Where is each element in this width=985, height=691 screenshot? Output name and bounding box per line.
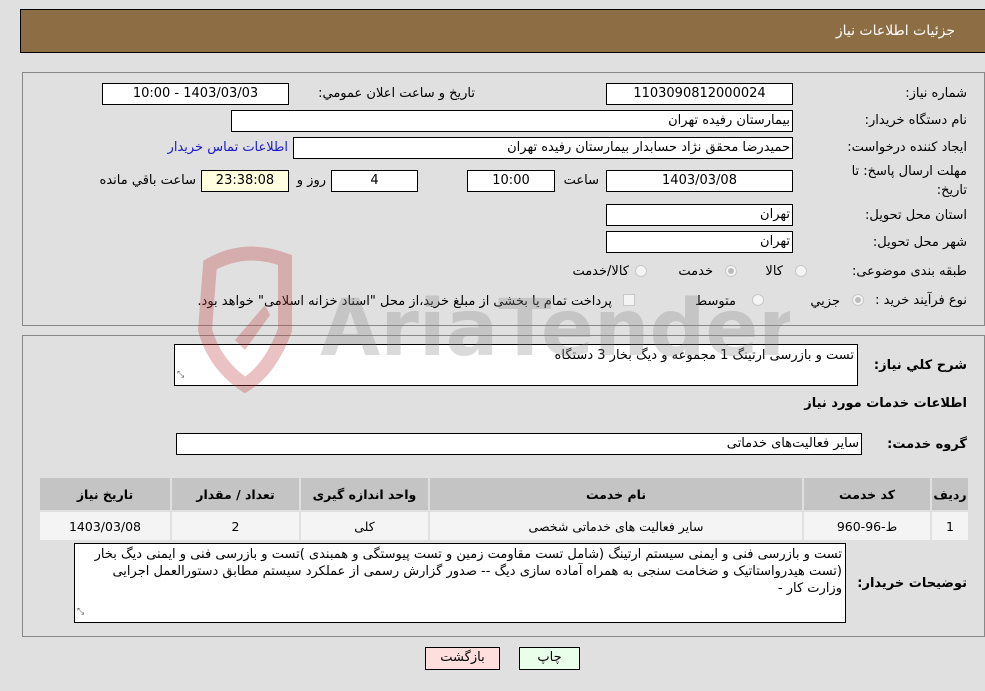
remaining-time-field: 23:38:08 (201, 170, 289, 192)
summary-textarea[interactable]: تست و بازرسی ارتینگ 1 مجموعه و دیگ بخار … (174, 344, 858, 386)
cell-quantity: 2 (170, 510, 301, 542)
category-radio-goods[interactable] (795, 265, 807, 277)
col-service-name: نام خدمت (428, 476, 804, 512)
announce-datetime-field: 1403/03/03 - 10:00 (102, 83, 289, 105)
service-group-label: گروه خدمت: (887, 437, 967, 452)
category-radio-goods-service[interactable] (635, 265, 647, 277)
summary-label: شرح كلي نياز: (873, 358, 967, 373)
remaining-time-label: ساعت باقي مانده (99, 173, 196, 188)
process-option-medium: متوسط (695, 294, 736, 309)
col-quantity: تعداد / مقدار (170, 476, 301, 512)
cell-service-name: سایر فعالیت های خدماتی شخصی (428, 510, 804, 542)
col-service-code: کد خدمت (802, 476, 932, 512)
remaining-days-field: 4 (331, 170, 418, 192)
category-label: طبقه بندی موضوعی: (851, 264, 967, 279)
requester-label: ایجاد کننده درخواست: (847, 140, 967, 155)
city-label: شهر محل تحویل: (872, 235, 967, 250)
table-header-row: ردیف کد خدمت نام خدمت واحد اندازه گیری ت… (38, 476, 970, 512)
process-radio-medium[interactable] (752, 294, 764, 306)
services-table: ردیف کد خدمت نام خدمت واحد اندازه گیری ت… (38, 476, 970, 542)
deadline-time-label: ساعت (563, 173, 599, 188)
treasury-checkbox[interactable] (623, 294, 635, 306)
category-option-service: خدمت (678, 264, 713, 279)
services-heading: اطلاعات خدمات مورد نیاز (804, 396, 967, 411)
process-radio-minor[interactable] (852, 294, 864, 306)
category-radio-service[interactable] (725, 265, 737, 277)
table-row: 1 ط-96-960 سایر فعالیت های خدماتی شخصی ک… (38, 510, 970, 542)
buyer-contact-link[interactable]: اطلاعات تماس خریدار (168, 140, 288, 155)
process-type-label: نوع فرآیند خرید : (875, 293, 967, 308)
deadline-label-date: تاریخ: (936, 183, 967, 198)
city-field: تهران (606, 231, 793, 253)
print-button[interactable]: چاپ (519, 647, 580, 670)
announce-datetime-label: تاریخ و ساعت اعلان عمومي: (318, 86, 475, 101)
buyer-notes-label: توضیحات خریدار: (857, 576, 967, 591)
buyer-org-field: بیمارستان رفیده تهران (231, 110, 793, 132)
buyer-notes-text: تست و بازرسی فنی و ایمنی سیستم ارتینگ (ش… (94, 547, 842, 596)
requester-field: حمیدرضا محقق نژاد حسابدار بیمارستان رفید… (293, 137, 793, 159)
deadline-label: مهلت ارسال پاسخ: تا (851, 164, 967, 179)
cell-row-number: 1 (930, 510, 970, 542)
need-number-field: 1103090812000024 (606, 83, 793, 105)
deadline-time-field: 10:00 (467, 170, 555, 192)
province-field: تهران (606, 204, 793, 226)
cell-unit: کلی (299, 510, 430, 542)
page-header: جزئیات اطلاعات نیاز (20, 9, 985, 53)
need-number-label: شماره نیاز: (905, 86, 967, 101)
category-option-goods: کالا (765, 264, 783, 279)
buyer-notes-textarea[interactable]: تست و بازرسی فنی و ایمنی سیستم ارتینگ (ش… (74, 543, 846, 623)
back-button[interactable]: بازگشت (425, 647, 500, 670)
province-label: استان محل تحویل: (865, 208, 967, 223)
treasury-note: پرداخت تمام یا بخشی از مبلغ خرید،از محل … (197, 294, 612, 309)
col-need-date: تاریخ نیاز (38, 476, 172, 512)
resize-grip-icon[interactable]: ⤡ (177, 367, 184, 384)
summary-text: تست و بازرسی ارتینگ 1 مجموعه و دیگ بخار … (554, 348, 854, 363)
cell-service-code: ط-96-960 (802, 510, 932, 542)
remaining-days-label: روز و (296, 173, 326, 188)
category-option-goods-service: کالا/خدمت (572, 264, 629, 279)
col-unit: واحد اندازه گیری (299, 476, 430, 512)
page-title: جزئیات اطلاعات نیاز (835, 23, 955, 39)
deadline-date-field: 1403/03/08 (606, 170, 793, 192)
resize-grip-icon[interactable]: ⤡ (77, 604, 84, 621)
col-row-number: ردیف (930, 476, 970, 512)
buyer-org-label: نام دستگاه خریدار: (864, 113, 967, 128)
process-option-minor: جزيي (810, 294, 840, 309)
service-group-field: سایر فعالیت‌های خدماتی (176, 433, 862, 455)
cell-need-date: 1403/03/08 (38, 510, 172, 542)
